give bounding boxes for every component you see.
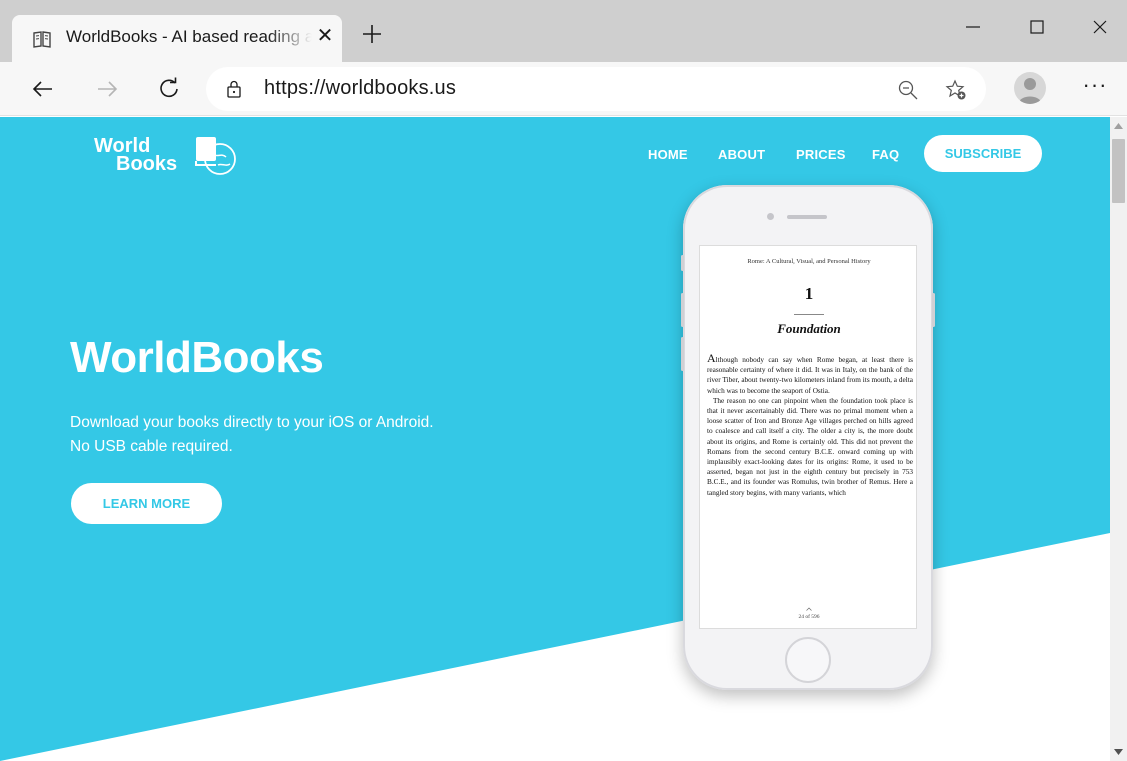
scroll-up-arrow-icon[interactable] — [1114, 123, 1123, 129]
close-tab-icon[interactable]: ✕ — [314, 25, 336, 47]
book-favicon-icon — [33, 31, 51, 48]
url-text[interactable]: https://worldbooks.us — [264, 77, 456, 100]
phone-speaker — [787, 215, 827, 219]
subscribe-button[interactable]: SUBSCRIBE — [924, 135, 1042, 172]
forward-arrow-icon[interactable] — [94, 76, 120, 102]
phone-mockup: Rome: A Cultural, Visual, and Personal H… — [681, 185, 935, 690]
phone-camera — [767, 213, 774, 220]
browser-tab-strip: WorldBooks - AI based reading app ✕ — [0, 0, 1127, 62]
hero-subtitle-line1: Download your books directly to your iOS… — [70, 414, 434, 431]
new-tab-icon[interactable] — [360, 22, 384, 46]
browser-tab[interactable]: WorldBooks - AI based reading app ✕ — [12, 15, 342, 62]
more-menu-icon[interactable]: ··· — [1080, 74, 1110, 104]
page-scrollbar[interactable] — [1110, 117, 1127, 761]
chapter-number: 1 — [804, 284, 814, 303]
phone-screen: Rome: A Cultural, Visual, and Personal H… — [699, 245, 917, 629]
chapter-divider — [794, 314, 824, 315]
chevron-up-icon[interactable] — [806, 607, 812, 611]
page-counter: 24 of 596 — [798, 614, 820, 620]
scroll-down-arrow-icon[interactable] — [1114, 749, 1123, 755]
book-running-header: Rome: A Cultural, Visual, and Personal H… — [747, 258, 871, 265]
phone-volume-up — [681, 293, 684, 327]
minimize-icon[interactable] — [958, 12, 988, 42]
nav-faq[interactable]: FAQ — [872, 147, 899, 162]
phone-mute-switch — [681, 255, 684, 271]
hero-subtitle-line2: No USB cable required. — [70, 438, 233, 455]
browser-toolbar: https://worldbooks.us ··· — [0, 62, 1127, 116]
tab-title: WorldBooks - AI based reading app — [66, 27, 312, 46]
close-window-icon[interactable] — [1085, 12, 1115, 42]
nav-prices[interactable]: PRICES — [796, 147, 846, 162]
book-body-text: Although nobody can say when Rome began,… — [707, 351, 913, 498]
book-paragraph-2: The reason no one can pinpoint when the … — [707, 396, 913, 497]
logo-text-books: Books — [116, 153, 178, 175]
add-favorite-icon[interactable] — [944, 78, 968, 102]
phone-home-button — [785, 637, 831, 683]
book-globe-logo-icon — [195, 137, 236, 175]
hero-subtitle: Download your books directly to your iOS… — [70, 411, 490, 459]
user-silhouette-icon — [1018, 78, 1042, 104]
phone-volume-down — [681, 337, 684, 371]
back-arrow-icon[interactable] — [30, 76, 56, 102]
nav-home[interactable]: HOME — [648, 147, 688, 162]
site-logo[interactable]: World Books — [90, 133, 250, 183]
address-bar[interactable]: https://worldbooks.us — [206, 67, 986, 111]
page-viewport: World Books HOME ABOUT PRICES FAQ SUBSCR… — [0, 117, 1110, 761]
book-paragraph-1: Although nobody can say when Rome began,… — [707, 351, 913, 396]
learn-more-button[interactable]: LEARN MORE — [71, 483, 222, 524]
hero-title: WorldBooks — [70, 333, 324, 382]
book-paragraph-1-text: lthough nobody can say when Rome began, … — [707, 356, 913, 395]
nav-about[interactable]: ABOUT — [718, 147, 765, 162]
lock-icon[interactable] — [224, 79, 244, 99]
refresh-icon[interactable] — [156, 76, 182, 102]
profile-avatar[interactable] — [1014, 72, 1046, 104]
phone-power-button — [932, 293, 935, 327]
scrollbar-thumb[interactable] — [1112, 139, 1125, 203]
zoom-out-icon[interactable] — [896, 78, 920, 102]
maximize-icon[interactable] — [1022, 12, 1052, 42]
drop-cap: A — [707, 351, 716, 365]
chapter-title: Foundation — [777, 321, 841, 336]
